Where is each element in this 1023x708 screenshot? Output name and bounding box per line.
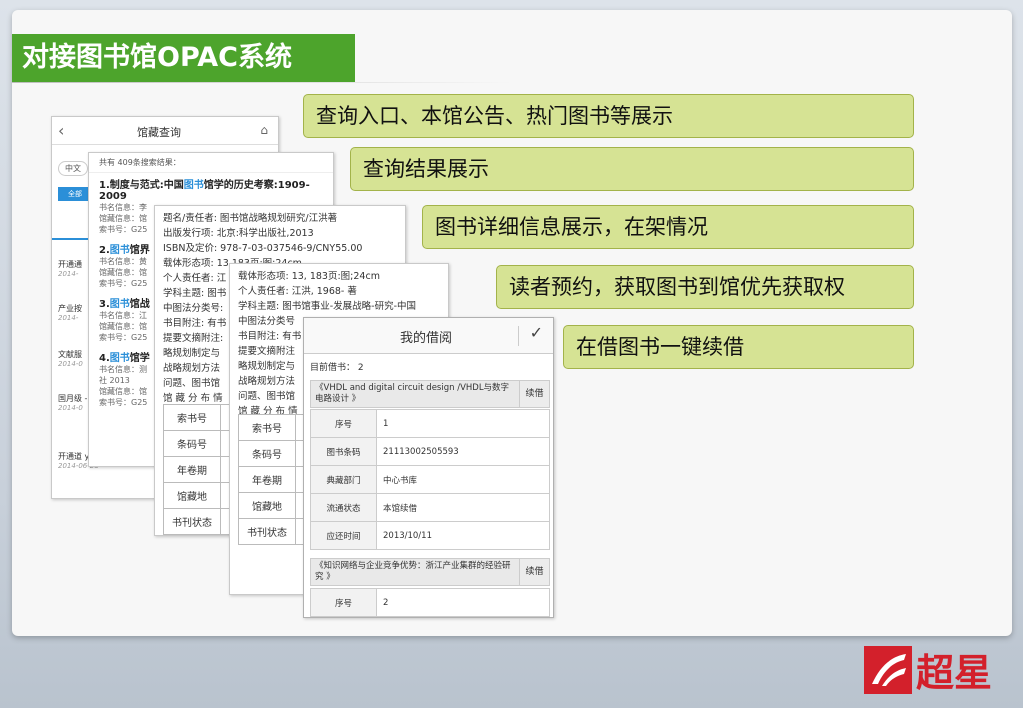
field-label: 序号 bbox=[310, 588, 377, 617]
result-title-pre: 2. bbox=[99, 245, 110, 256]
news-title: 产业按 bbox=[58, 304, 82, 313]
table-cell: 索书号 bbox=[163, 404, 221, 431]
field-label: 典藏部门 bbox=[310, 465, 377, 494]
borrowed-book-header: 《知识网络与企业竞争优势：浙江产业集群的经验研究 》 续借 bbox=[310, 558, 550, 586]
borrow-header: 我的借阅 ✓ bbox=[304, 318, 553, 354]
field-value: 21113002505593 bbox=[376, 437, 550, 466]
detail-line: 题名/责任者: 图书馆战略规划研究/江洪著 bbox=[163, 213, 338, 224]
table-cell: 书刊状态 bbox=[163, 508, 221, 535]
field-value: 2 bbox=[376, 588, 550, 617]
table-row: 流通状态 本馆续借 bbox=[310, 493, 550, 522]
callout-renew: 在借图书一键续借 bbox=[563, 325, 914, 369]
field-label: 序号 bbox=[310, 409, 377, 438]
header-divider bbox=[518, 326, 519, 346]
table-row: 图书条码 21113002505593 bbox=[310, 437, 550, 466]
table-cell: 条码号 bbox=[163, 430, 221, 457]
callout-results: 查询结果展示 bbox=[350, 147, 914, 191]
callout-reservation: 读者预约，获取图书到馆优先获取权 bbox=[496, 265, 914, 309]
field-value: 中心书库 bbox=[376, 465, 550, 494]
field-label: 流通状态 bbox=[310, 493, 377, 522]
result-title-post: 馆界 bbox=[129, 245, 150, 256]
news-title: 开通通 bbox=[58, 260, 82, 269]
table-row: 序号 1 bbox=[310, 409, 550, 438]
result-title-pre: 1.制度与范式:中国 bbox=[99, 180, 184, 191]
field-label: 图书条码 bbox=[310, 437, 377, 466]
table-cell: 馆藏地 bbox=[238, 492, 296, 519]
detail-line: 学科主题: 图书馆事业-发展战略-研究-中国 bbox=[238, 301, 417, 312]
book-info-table: 序号 1 图书条码 21113002505593 典藏部门 中心书库 流通状态 本馆续借… bbox=[310, 409, 550, 550]
result-title-highlight: 图书 bbox=[109, 299, 130, 310]
all-button[interactable]: 全部 bbox=[58, 187, 92, 201]
check-icon[interactable]: ✓ bbox=[530, 323, 543, 342]
chaoxing-logo-icon bbox=[864, 646, 912, 694]
table-cell: 年卷期 bbox=[163, 456, 221, 483]
detail-line: 载体形态项: 13, 183页:图;24cm bbox=[238, 271, 380, 282]
result-title-highlight: 图书 bbox=[109, 245, 130, 256]
table-row: 典藏部门 中心书库 bbox=[310, 465, 550, 494]
news-date: 2014-0 bbox=[58, 360, 83, 368]
table-cell: 条码号 bbox=[238, 440, 296, 467]
news-date: 2014- bbox=[58, 314, 79, 322]
renew-button[interactable]: 续借 bbox=[519, 381, 549, 407]
borrow-count: 目前借书： 2 bbox=[310, 363, 364, 373]
table-row: 应还时间 2013/10/11 bbox=[310, 521, 550, 550]
table-cell: 书刊状态 bbox=[238, 518, 296, 545]
news-item[interactable]: 文献服 2014-0 bbox=[58, 349, 83, 368]
field-value: 本馆续借 bbox=[376, 493, 550, 522]
result-title-post: 馆战 bbox=[129, 299, 150, 310]
table-cell: 年卷期 bbox=[238, 466, 296, 493]
tab-indicator bbox=[52, 238, 92, 240]
back-icon[interactable]: ‹ bbox=[58, 121, 64, 140]
book-name: 《VHDL and digital circuit design /VHDL与数… bbox=[315, 383, 510, 404]
borrowed-book-header: 《VHDL and digital circuit design /VHDL与数… bbox=[310, 380, 550, 408]
field-value: 1 bbox=[376, 409, 550, 438]
field-value: 2013/10/11 bbox=[376, 521, 550, 550]
news-item[interactable]: 产业按 2014- bbox=[58, 303, 82, 322]
logo-text: 超星 bbox=[916, 650, 993, 695]
table-cell: 索书号 bbox=[238, 414, 296, 441]
search-screen-header: ‹ 馆藏查询 ⌂ bbox=[52, 117, 278, 145]
result-title[interactable]: 1.制度与范式:中国图书馆学的历史考察:1909-2009 bbox=[99, 176, 323, 202]
table-row: 序号 2 bbox=[310, 588, 550, 617]
field-label: 应还时间 bbox=[310, 521, 377, 550]
result-title-highlight: 图书 bbox=[183, 180, 204, 191]
callout-query-entry: 查询入口、本馆公告、热门图书等展示 bbox=[303, 94, 914, 138]
renew-button[interactable]: 续借 bbox=[519, 559, 549, 585]
result-title-pre: 3. bbox=[99, 299, 110, 310]
result-title-post: 馆学 bbox=[129, 353, 150, 364]
result-title-highlight: 图书 bbox=[109, 353, 130, 364]
language-chip[interactable]: 中文 bbox=[58, 161, 88, 176]
news-title: 文献服 bbox=[58, 350, 82, 359]
detail-line: 个人责任者: 江洪, 1968- 著 bbox=[238, 286, 357, 297]
search-screen-title: 馆藏查询 bbox=[137, 126, 181, 139]
my-borrow-screen: 我的借阅 ✓ 目前借书： 2 《VHDL and digital circuit… bbox=[303, 317, 554, 618]
callout-details: 图书详细信息展示，在架情况 bbox=[422, 205, 914, 249]
borrow-title: 我的借阅 bbox=[400, 331, 453, 346]
news-date: 2014- bbox=[58, 270, 79, 278]
table-cell: 馆藏地 bbox=[163, 482, 221, 509]
slide-title: 对接图书馆OPAC系统 bbox=[12, 34, 355, 82]
title-underline bbox=[12, 82, 512, 83]
book-name: 《知识网络与企业竞争优势：浙江产业集群的经验研究 》 bbox=[315, 561, 511, 582]
news-item[interactable]: 开通通 2014- bbox=[58, 259, 82, 278]
result-title-pre: 4. bbox=[99, 353, 110, 364]
detail-line: ISBN及定价: 978-7-03-037546-9/CNY55.00 bbox=[163, 243, 363, 254]
detail-line: 出版发行项: 北京:科学出版社,2013 bbox=[163, 228, 314, 239]
results-count: 共有 409条搜索结果： bbox=[89, 153, 333, 173]
book-info-table: 序号 2 bbox=[310, 588, 550, 617]
library-icon[interactable]: ⌂ bbox=[260, 123, 268, 137]
